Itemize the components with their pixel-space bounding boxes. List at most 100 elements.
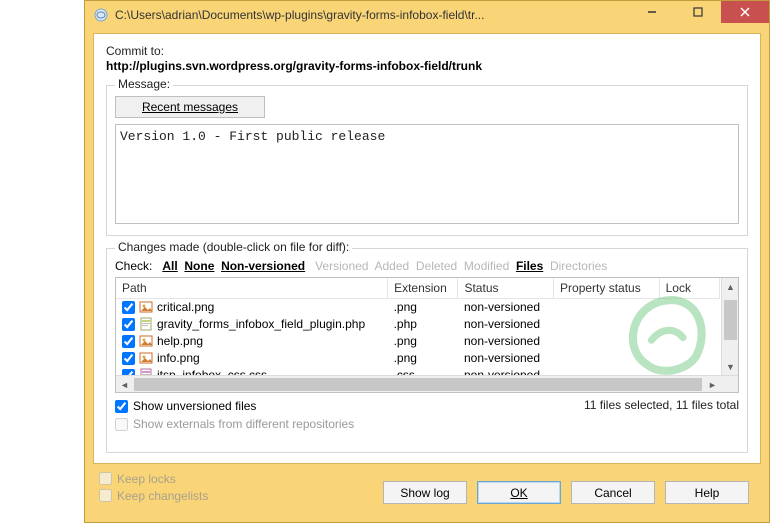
file-status: non-versioned	[458, 333, 554, 350]
cancel-button[interactable]: Cancel	[571, 481, 655, 504]
row-checkbox[interactable]	[122, 301, 135, 314]
commit-dialog-window: C:\Users\adrian\Documents\wp-plugins\gra…	[84, 0, 770, 523]
filter-nonversioned[interactable]: Non-versioned	[221, 259, 305, 273]
file-lock	[659, 333, 719, 350]
upper-panel: Commit to: http://plugins.svn.wordpress.…	[93, 33, 761, 464]
table-row[interactable]: info.png.pngnon-versioned	[116, 350, 720, 367]
keep-changelists-label: Keep changelists	[117, 489, 208, 503]
recent-messages-label: Recent messages	[142, 100, 238, 114]
check-filter-line: Check: All None Non-versioned Versioned …	[115, 259, 739, 273]
table-row[interactable]: gravity_forms_infobox_field_plugin.php .p…	[116, 316, 720, 333]
file-status: non-versioned	[458, 299, 554, 316]
ok-button[interactable]: OK	[477, 481, 561, 504]
row-checkbox[interactable]	[122, 318, 135, 331]
file-propstatus	[554, 350, 660, 367]
file-name: gravity_forms_infobox_field_plugin.php	[157, 317, 365, 331]
vscroll-thumb[interactable]	[724, 300, 737, 340]
scroll-corner	[721, 376, 738, 393]
col-status[interactable]: Status	[458, 278, 554, 299]
filter-added: Added	[374, 259, 409, 273]
show-unversioned-label: Show unversioned files	[133, 399, 256, 413]
file-icon	[139, 300, 153, 314]
keep-changelists-input	[99, 489, 112, 502]
selection-status: 11 files selected, 11 files total	[584, 397, 739, 412]
lower-options: Keep locks Keep changelists	[99, 470, 208, 504]
col-path[interactable]: Path	[116, 278, 388, 299]
check-label: Check:	[115, 259, 152, 273]
showlog-button[interactable]: Show log	[383, 481, 467, 504]
window-controls	[629, 1, 769, 29]
help-button[interactable]: Help	[665, 481, 749, 504]
below-list-row: Show unversioned files Show externals fr…	[115, 397, 739, 433]
cancel-label: Cancel	[594, 486, 631, 500]
file-lock	[659, 316, 719, 333]
table-row[interactable]: critical.png.pngnon-versioned	[116, 299, 720, 316]
filter-files[interactable]: Files	[516, 259, 543, 273]
col-extension[interactable]: Extension	[388, 278, 458, 299]
list-options: Show unversioned files Show externals fr…	[115, 397, 354, 433]
vertical-scrollbar[interactable]: ▲ ▼	[721, 278, 738, 375]
changes-groupbox: Changes made (double-click on file for d…	[106, 248, 748, 453]
scroll-down-icon[interactable]: ▼	[722, 358, 739, 375]
file-ext: .png	[388, 299, 458, 316]
window-title: C:\Users\adrian\Documents\wp-plugins\gra…	[115, 8, 629, 22]
show-unversioned-input[interactable]	[115, 400, 128, 413]
keep-locks-input	[99, 472, 112, 485]
file-ext: .php	[388, 316, 458, 333]
keep-locks-label: Keep locks	[117, 472, 176, 486]
ok-label: OK	[510, 486, 527, 500]
keep-locks-checkbox[interactable]: Keep locks	[99, 470, 208, 487]
file-icon	[139, 351, 153, 365]
file-lock	[659, 350, 719, 367]
filter-versioned: Versioned	[315, 259, 368, 273]
recent-messages-button[interactable]: Recent messages	[115, 96, 265, 118]
title-bar[interactable]: C:\Users\adrian\Documents\wp-plugins\gra…	[85, 1, 769, 29]
hscroll-thumb[interactable]	[134, 378, 702, 391]
file-icon	[139, 317, 153, 331]
scroll-right-icon[interactable]: ►	[704, 376, 721, 393]
table-row[interactable]: help.png .pngnon-versioned	[116, 333, 720, 350]
col-propstatus[interactable]: Property status	[554, 278, 660, 299]
file-propstatus	[554, 316, 660, 333]
horizontal-scrollbar[interactable]: ◄ ►	[116, 375, 738, 392]
scroll-up-icon[interactable]: ▲	[722, 278, 739, 295]
filter-modified: Modified	[464, 259, 509, 273]
show-externals-checkbox: Show externals from different repositori…	[115, 415, 354, 433]
file-lock	[659, 299, 719, 316]
commit-to-label: Commit to:	[106, 44, 748, 58]
file-table: Path Extension Status Property status Lo…	[116, 278, 720, 384]
filter-all[interactable]: All	[162, 259, 177, 273]
message-groupbox: Message: Recent messages	[106, 85, 748, 236]
filter-deleted: Deleted	[416, 259, 457, 273]
col-lock[interactable]: Lock	[659, 278, 719, 299]
scroll-left-icon[interactable]: ◄	[116, 376, 133, 393]
file-propstatus	[554, 333, 660, 350]
file-ext: .png	[388, 333, 458, 350]
row-checkbox[interactable]	[122, 335, 135, 348]
close-button[interactable]	[721, 1, 769, 23]
commit-url: http://plugins.svn.wordpress.org/gravity…	[106, 59, 748, 73]
file-status: non-versioned	[458, 350, 554, 367]
row-checkbox[interactable]	[122, 352, 135, 365]
commit-message-input[interactable]	[115, 124, 739, 224]
file-propstatus	[554, 299, 660, 316]
show-unversioned-checkbox[interactable]: Show unversioned files	[115, 397, 354, 415]
show-externals-input	[115, 418, 128, 431]
file-name: help.png	[157, 334, 203, 348]
maximize-button[interactable]	[675, 1, 721, 23]
filter-none[interactable]: None	[184, 259, 214, 273]
show-externals-label: Show externals from different repositori…	[133, 417, 354, 431]
file-name: info.png	[157, 351, 200, 365]
app-icon	[93, 7, 109, 23]
client-area: Commit to: http://plugins.svn.wordpress.…	[93, 33, 761, 514]
lower-bar: Keep locks Keep changelists Show log OK …	[93, 464, 761, 514]
changes-legend: Changes made (double-click on file for d…	[115, 240, 352, 254]
file-status: non-versioned	[458, 316, 554, 333]
keep-changelists-checkbox[interactable]: Keep changelists	[99, 487, 208, 504]
minimize-button[interactable]	[629, 1, 675, 23]
help-label: Help	[695, 486, 720, 500]
message-legend: Message:	[115, 77, 173, 91]
file-list[interactable]: Path Extension Status Property status Lo…	[115, 277, 739, 393]
showlog-label: Show log	[400, 486, 449, 500]
table-header-row[interactable]: Path Extension Status Property status Lo…	[116, 278, 720, 299]
